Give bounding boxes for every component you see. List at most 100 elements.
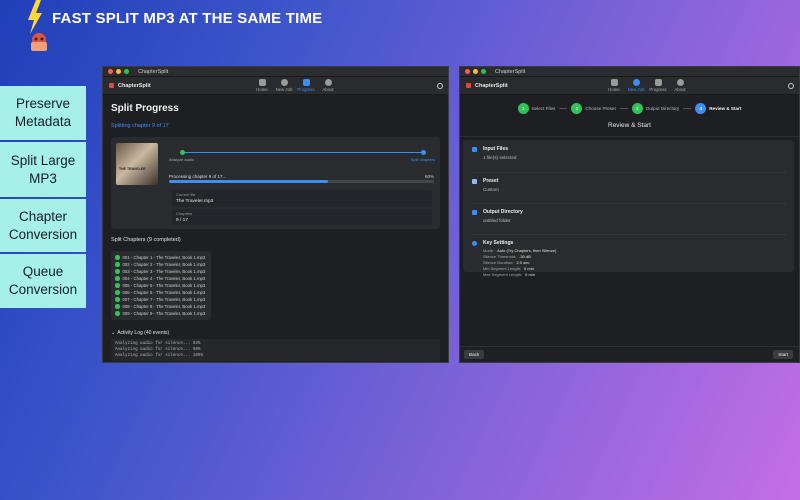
back-button[interactable]: Back bbox=[464, 350, 485, 359]
input-files-section: Input Files 1 file(s) selected bbox=[471, 146, 786, 173]
log-line: Analyzing audio for silence... 100% bbox=[115, 354, 203, 358]
nav-about[interactable]: About bbox=[317, 79, 339, 92]
step-review-start[interactable]: 4 Review & Start bbox=[695, 102, 741, 114]
current-file-box: Current file The Traveler.mp3 bbox=[172, 190, 432, 207]
step-connector bbox=[683, 107, 692, 109]
file-icon bbox=[472, 147, 477, 152]
progress-percent: 60% bbox=[424, 174, 434, 179]
close-button[interactable] bbox=[108, 69, 113, 74]
progress-window: ChapterSplit ChapterSplit Home New Job P… bbox=[102, 66, 449, 363]
output-directory-value: untitled folder bbox=[483, 218, 511, 223]
app-logo bbox=[22, 0, 52, 54]
nav-home[interactable]: Home bbox=[251, 79, 273, 92]
activity-log-toggle[interactable]: ⌄ Activity Log (40 events) bbox=[111, 330, 440, 336]
chapter-filename: 008 - Chapter 8 - The Traveler, Book 1.m… bbox=[122, 304, 206, 309]
progress-card: THE TRAVELER Analyze audio Split chapter… bbox=[111, 137, 440, 229]
key-setting-value: 5 min bbox=[524, 266, 534, 271]
key-setting-value: Auto (Try Chapters, then Silence) bbox=[497, 248, 557, 253]
progress-subtitle: Splitting chapter 9 of 17 bbox=[111, 123, 169, 129]
chapter-filename: 007 - Chapter 7 - The Traveler, Book 1.m… bbox=[122, 297, 206, 302]
list-icon bbox=[472, 179, 477, 184]
key-setting-row: Max Segment Length: 0 min bbox=[483, 272, 786, 278]
start-button[interactable]: Start bbox=[773, 350, 793, 359]
minimize-button[interactable] bbox=[473, 69, 478, 74]
key-settings-list: Mode: Auto (Try Chapters, then Silence) Si… bbox=[483, 248, 786, 278]
window-title: ChapterSplit bbox=[495, 68, 526, 75]
bar-chart-icon bbox=[302, 79, 310, 86]
chapter-filename: 009 - Chapter 9 - The Traveler, Book 1.m… bbox=[122, 311, 206, 316]
current-file-label: Current file bbox=[176, 192, 196, 197]
info-icon bbox=[324, 79, 332, 86]
info-icon bbox=[676, 79, 684, 86]
nav-new-job[interactable]: New Job bbox=[625, 79, 647, 92]
album-art: THE TRAVELER bbox=[116, 143, 158, 185]
key-setting-name: Min Segment Length: bbox=[483, 266, 522, 271]
gear-icon[interactable] bbox=[437, 83, 443, 89]
check-circle-icon bbox=[115, 276, 120, 281]
step-label-split: Split chapters bbox=[410, 157, 435, 162]
nav-progress[interactable]: Progress bbox=[295, 79, 317, 92]
feature-preserve-metadata: Preserve Metadata bbox=[0, 86, 86, 140]
key-setting-value: 0 min bbox=[525, 272, 535, 277]
chapter-filename: 002 - Chapter 2 - The Traveler, Book 1.m… bbox=[122, 262, 206, 267]
chapter-filename: 006 - Chapter 6 - The Traveler, Book 1.m… bbox=[122, 290, 206, 295]
footer-bar: Back Start bbox=[460, 346, 799, 362]
gear-icon[interactable] bbox=[788, 83, 794, 89]
wizard-stepper: 1 Select Files 2 Choose Preset 3 Output Dir… bbox=[460, 99, 799, 117]
nav-new-job[interactable]: New Job bbox=[273, 79, 295, 92]
preset-value: Custom bbox=[483, 187, 499, 192]
toolbar: ChapterSplit Home New Job Progress About bbox=[460, 77, 799, 95]
check-circle-icon bbox=[115, 283, 120, 288]
activity-log: Analyzing audio for silence... 93% Analyz… bbox=[111, 339, 440, 361]
current-file-value: The Traveler.mp3 bbox=[176, 199, 214, 204]
zoom-button[interactable] bbox=[124, 69, 129, 74]
album-art-text: THE TRAVELER bbox=[119, 167, 146, 171]
nav-bar: Home New Job Progress About bbox=[251, 79, 339, 92]
chapter-filename: 005 - Chapter 5 - The Traveler, Book 1.m… bbox=[122, 283, 206, 288]
check-circle-icon bbox=[115, 297, 120, 302]
gear-small-icon bbox=[472, 241, 477, 246]
key-setting-name: Mode: bbox=[483, 248, 495, 253]
nav-progress[interactable]: Progress bbox=[647, 79, 669, 92]
output-directory-section: Output Directory untitled folder bbox=[471, 209, 786, 235]
chapters-label: Chapters bbox=[176, 211, 193, 216]
chapter-filename: 004 - Chapter 4 - The Traveler, Book 1.m… bbox=[122, 276, 206, 281]
step-output-directory[interactable]: 3 Output Directory bbox=[631, 102, 679, 114]
input-files-value: 1 file(s) selected bbox=[483, 155, 517, 160]
step-dot-split bbox=[421, 150, 426, 155]
key-setting-name: Silence Threshold: bbox=[483, 254, 517, 259]
preset-section: Preset Custom bbox=[471, 178, 786, 204]
review-card: Input Files 1 file(s) selected Preset Cu… bbox=[463, 140, 794, 277]
minimize-button[interactable] bbox=[116, 69, 121, 74]
nav-home[interactable]: Home bbox=[603, 79, 625, 92]
step-connector bbox=[619, 107, 628, 109]
review-window: ChapterSplit ChapterSplit Home New Job P… bbox=[459, 66, 800, 363]
title-bar: ChapterSplit bbox=[460, 67, 799, 77]
key-setting-name: Max Segment Length: bbox=[483, 272, 523, 277]
step-line bbox=[183, 152, 424, 153]
app-name: ChapterSplit bbox=[118, 82, 151, 89]
chapter-row: 007 - Chapter 7 - The Traveler, Book 1.m… bbox=[115, 296, 207, 303]
nav-bar: Home New Job Progress About bbox=[603, 79, 691, 92]
chapter-row: 006 - Chapter 6 - The Traveler, Book 1.m… bbox=[115, 289, 207, 296]
preset-title: Preset bbox=[483, 178, 499, 184]
progress-bar bbox=[169, 180, 434, 183]
step-select-files[interactable]: 1 Select Files bbox=[517, 102, 555, 114]
home-icon bbox=[258, 79, 266, 86]
progress-bar-fill bbox=[169, 180, 328, 183]
chapter-row: 008 - Chapter 8 - The Traveler, Book 1.m… bbox=[115, 303, 207, 310]
chapters-box: Chapters 9 / 17 bbox=[172, 209, 432, 225]
check-circle-icon bbox=[115, 290, 120, 295]
app-name: ChapterSplit bbox=[475, 82, 508, 89]
chapters-value: 9 / 17 bbox=[176, 218, 189, 223]
title-bar: ChapterSplit bbox=[103, 67, 448, 77]
nav-about[interactable]: About bbox=[669, 79, 691, 92]
chapter-row: 009 - Chapter 9 - The Traveler, Book 1.m… bbox=[115, 310, 207, 317]
zoom-button[interactable] bbox=[481, 69, 486, 74]
close-button[interactable] bbox=[465, 69, 470, 74]
step-choose-preset[interactable]: 2 Choose Preset bbox=[571, 102, 616, 114]
feature-queue-conversion: Queue Conversion bbox=[0, 254, 86, 308]
plus-icon bbox=[632, 79, 640, 86]
key-setting-name: Silence Duration: bbox=[483, 260, 514, 265]
check-circle-icon bbox=[115, 255, 120, 260]
